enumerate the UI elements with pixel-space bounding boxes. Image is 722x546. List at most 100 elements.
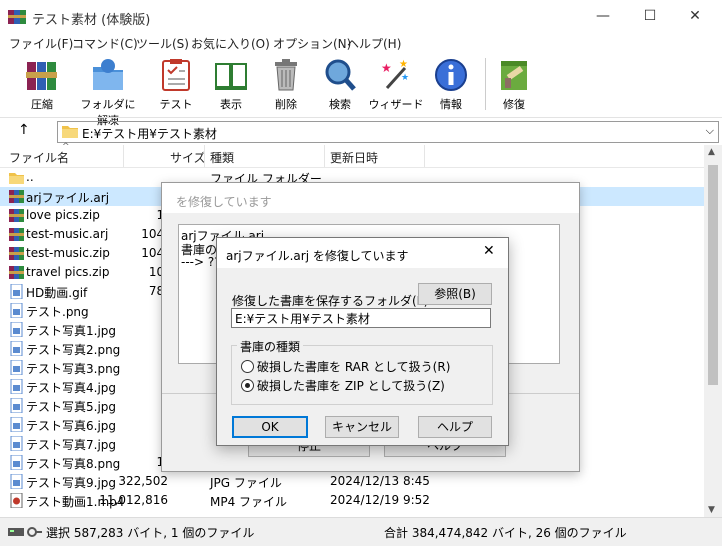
archive-file-icon xyxy=(9,208,24,223)
progress-title: を修復しています xyxy=(176,195,272,209)
file-list-header: ファイル名 ^ サイズ 種類 更新日時 xyxy=(0,142,704,168)
toolbar-label: 情報 xyxy=(440,98,462,111)
file-name: テスト写真1.jpg xyxy=(26,324,117,338)
folder-input[interactable]: E:¥テスト用¥テスト素材 xyxy=(231,308,491,328)
folder-label: 修復した書庫を保存するフォルダ(F) xyxy=(232,294,429,308)
toolbar-extract-button[interactable]: フォルダに解凍 xyxy=(76,56,140,127)
address-field[interactable]: E:¥テスト用¥テスト素材 ⌵ xyxy=(57,121,719,143)
menu-options[interactable]: オプション(N) xyxy=(273,35,351,52)
status-selection: 選択 587,283 バイト, 1 個のファイル xyxy=(46,526,255,540)
address-bar: ↑ E:¥テスト用¥テスト素材 ⌵ xyxy=(0,117,722,145)
menu-file[interactable]: ファイル(F) xyxy=(9,35,73,52)
archive-file-icon xyxy=(9,227,24,242)
drive-icon xyxy=(8,526,42,540)
menu-help[interactable]: ヘルプ(H) xyxy=(347,35,401,52)
svg-text:★: ★ xyxy=(381,61,392,75)
file-row[interactable]: テスト動画1.mp4 11,012,816 MP4 ファイル 2024/12/19 9… xyxy=(0,491,704,510)
column-name[interactable]: ファイル名 xyxy=(9,149,69,166)
vertical-scrollbar[interactable]: ▲ ▼ xyxy=(704,145,722,517)
file-name: テスト写真5.jpg xyxy=(26,400,117,414)
file-name: テスト写真4.jpg xyxy=(26,381,117,395)
column-divider[interactable] xyxy=(123,145,124,167)
file-type: JPG ファイル xyxy=(210,476,282,490)
toolbar-label: 検索 xyxy=(329,98,351,111)
folder-icon xyxy=(9,170,24,185)
repair-options-dialog: arjファイル.arj を修復しています ✕ 修復した書庫を保存するフォルダ(F… xyxy=(216,237,509,446)
radio-zip-label[interactable]: 破損した書庫を ZIP として扱う(Z) xyxy=(257,377,445,394)
maximize-button[interactable]: ☐ xyxy=(627,0,673,33)
column-divider[interactable] xyxy=(204,145,205,167)
svg-text:★: ★ xyxy=(399,59,408,70)
image-file-icon xyxy=(9,340,24,357)
image-file-icon xyxy=(9,473,24,490)
info-icon xyxy=(434,58,468,92)
file-name: travel pics.zip xyxy=(26,265,110,279)
menu-favorites[interactable]: お気に入り(O) xyxy=(191,35,270,52)
toolbar-find-button[interactable]: 検索 xyxy=(308,56,372,114)
column-divider[interactable] xyxy=(324,145,325,167)
image-file-icon xyxy=(9,397,24,414)
test-clipboard-icon xyxy=(159,58,193,92)
image-file-icon xyxy=(9,283,24,300)
column-date[interactable]: 更新日時 xyxy=(330,149,378,166)
scroll-up-icon[interactable]: ▲ xyxy=(708,147,715,157)
menu-bar: ファイル(F) コマンド(C) ツール(S) お気に入り(O) オプション(N)… xyxy=(0,33,722,53)
address-path: E:¥テスト用¥テスト素材 xyxy=(82,127,217,141)
file-name: テスト写真3.png xyxy=(26,362,121,376)
folder-input-value: E:¥テスト用¥テスト素材 xyxy=(235,312,370,326)
magnifier-icon xyxy=(323,58,357,92)
toolbar-label: 修復 xyxy=(503,98,525,111)
file-name: .. xyxy=(26,170,34,184)
winrar-app-icon xyxy=(8,8,26,24)
file-size: 11,012,816 xyxy=(99,493,168,507)
menu-tools[interactable]: ツール(S) xyxy=(136,35,189,52)
file-row[interactable]: テスト写真9.jpg 322,502 JPG ファイル 2024/12/13 8:45 xyxy=(0,472,704,491)
radio-rar-label[interactable]: 破損した書庫を RAR として扱う(R) xyxy=(257,358,450,375)
chevron-down-icon[interactable]: ⌵ xyxy=(706,124,714,138)
status-bar: 選択 587,283 バイト, 1 個のファイル 合計 384,474,842 … xyxy=(0,517,722,546)
trash-icon xyxy=(269,58,303,92)
menu-command[interactable]: コマンド(C) xyxy=(72,35,138,52)
close-button[interactable]: ✕ xyxy=(672,0,718,33)
help-button[interactable]: ヘルプ xyxy=(418,416,492,438)
toolbar-label: 圧縮 xyxy=(31,98,53,111)
archive-file-icon xyxy=(9,246,24,261)
sort-arrow-icon: ^ xyxy=(62,142,70,152)
svg-text:★: ★ xyxy=(401,73,409,83)
folder-icon xyxy=(62,124,78,141)
file-type: MP4 ファイル xyxy=(210,495,288,509)
browse-button[interactable]: 参照(B) xyxy=(418,283,492,305)
ok-button[interactable]: OK xyxy=(232,416,308,438)
toolbar-add-button[interactable]: 圧縮 xyxy=(10,56,74,114)
radio-zip[interactable] xyxy=(241,379,254,392)
radio-dot xyxy=(245,383,250,388)
scroll-down-icon[interactable]: ▼ xyxy=(708,505,715,515)
image-file-icon xyxy=(9,359,24,376)
toolbar-repair-button[interactable]: 修復 xyxy=(482,56,546,114)
archive-file-icon xyxy=(9,189,24,204)
image-file-icon xyxy=(9,416,24,433)
minimize-button[interactable]: — xyxy=(580,0,626,33)
file-name: arjファイル.arj xyxy=(26,191,110,205)
toolbar-info-button[interactable]: 情報 xyxy=(419,56,483,114)
radio-rar[interactable] xyxy=(241,360,254,373)
image-file-icon xyxy=(9,378,24,395)
file-name: test-music.zip xyxy=(26,246,110,260)
column-divider[interactable] xyxy=(424,145,425,167)
column-size[interactable]: サイズ xyxy=(170,149,206,166)
file-name: テスト写真2.png xyxy=(26,343,121,357)
column-type[interactable]: 種類 xyxy=(210,149,234,166)
modal-close-icon[interactable]: ✕ xyxy=(483,243,495,259)
file-name: テスト.png xyxy=(26,305,89,319)
view-book-icon xyxy=(214,58,248,92)
file-name: test-music.arj xyxy=(26,227,109,241)
up-arrow-icon[interactable]: ↑ xyxy=(18,122,30,138)
cancel-button[interactable]: キャンセル xyxy=(325,416,399,438)
file-date: 2024/12/19 9:52 xyxy=(330,493,430,507)
video-file-icon xyxy=(9,492,24,509)
image-file-icon xyxy=(9,435,24,452)
archive-books-icon xyxy=(25,58,59,92)
scroll-thumb[interactable] xyxy=(708,165,718,385)
image-file-icon xyxy=(9,302,24,319)
image-file-icon xyxy=(9,321,24,338)
